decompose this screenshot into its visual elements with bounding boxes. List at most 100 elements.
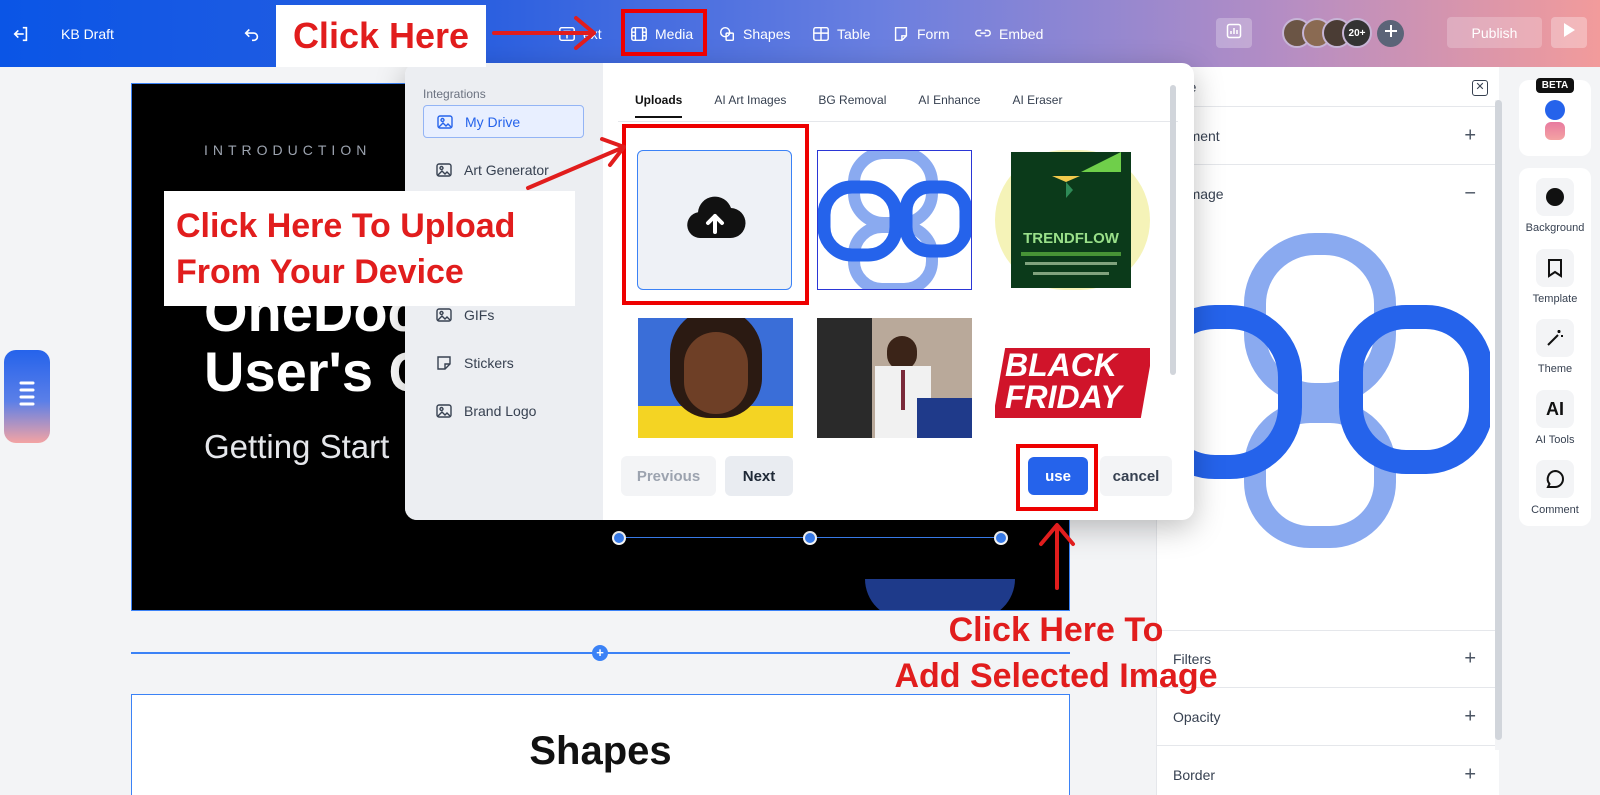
annotation-add-line2: Add Selected Image <box>894 657 1218 695</box>
annotation-add-line1: Click Here To <box>948 611 1164 649</box>
image-icon <box>436 403 452 419</box>
media-thumbnail[interactable]: BLACK FRIDAY <box>995 318 1150 438</box>
shapes-icon <box>718 25 736 43</box>
tool-label: Background <box>1525 222 1585 234</box>
tool-label: Comment <box>1531 504 1579 516</box>
tab-uploads[interactable]: Uploads <box>635 93 683 118</box>
text-icon <box>558 25 576 43</box>
resize-handle[interactable] <box>994 531 1008 545</box>
annotation-upload-highlight <box>622 124 809 305</box>
tab-ai-eraser[interactable]: AI Eraser <box>1012 93 1062 118</box>
tool-label: AI Tools <box>1535 434 1575 446</box>
image-icon <box>436 162 452 178</box>
slide-canvas-2[interactable]: Shapes <box>131 694 1070 795</box>
slide2-title[interactable]: Shapes <box>132 729 1069 774</box>
undo-button[interactable] <box>243 0 268 67</box>
play-icon <box>1562 22 1576 43</box>
previous-button[interactable]: Previous <box>621 456 716 496</box>
integrations-label: Integrations <box>423 87 486 101</box>
magic-wand-icon <box>1536 319 1574 357</box>
expand-icon[interactable]: + <box>1464 705 1476 728</box>
tool-template[interactable]: Template <box>1519 249 1591 305</box>
sidebar-item-stickers[interactable]: Stickers <box>423 346 584 379</box>
sticker-icon <box>436 355 452 371</box>
expand-icon[interactable]: + <box>1464 124 1476 147</box>
annotation-upload-note: Click Here To Upload From Your Device <box>164 191 575 306</box>
comment-icon <box>1536 460 1574 498</box>
popup-scrollbar[interactable] <box>1170 85 1176 375</box>
tool-label: Theme <box>1537 363 1573 375</box>
sidebar-item-label: My Drive <box>465 113 521 130</box>
trendflow-label: TRENDFLOW <box>1023 230 1119 247</box>
media-thumbnail[interactable] <box>638 318 793 438</box>
present-button[interactable] <box>1551 17 1587 48</box>
embed-icon <box>974 25 992 43</box>
menu-shapes-label: Shapes <box>743 25 791 42</box>
expand-icon[interactable]: + <box>1464 648 1476 671</box>
exit-icon <box>12 25 30 43</box>
menu-text-label: ext <box>583 25 602 42</box>
doc-title[interactable]: KB Draft <box>61 0 114 67</box>
media-thumbnail[interactable] <box>817 150 972 290</box>
sidebar-item-label: Brand Logo <box>464 402 537 419</box>
tool-background[interactable]: Background <box>1519 178 1591 234</box>
tool-theme[interactable]: Theme <box>1519 319 1591 375</box>
publish-button[interactable]: Publish <box>1447 17 1542 48</box>
resize-handle[interactable] <box>612 531 626 545</box>
media-tabs: Uploads AI Art Images BG Removal AI Enha… <box>635 93 1094 118</box>
undo-icon <box>243 25 261 43</box>
tool-comment[interactable]: Comment <box>1519 460 1591 516</box>
bookmark-icon <box>1536 249 1574 287</box>
sidebar-item-brand-logo[interactable]: Brand Logo <box>423 394 584 427</box>
next-button[interactable]: Next <box>725 456 793 496</box>
plus-icon <box>1384 24 1398 43</box>
border-label: Border <box>1173 766 1216 783</box>
panel-header: age <box>1157 67 1500 107</box>
exit-button[interactable] <box>12 0 37 67</box>
tab-ai-art-images[interactable]: AI Art Images <box>714 93 786 118</box>
tab-bg-removal[interactable]: BG Removal <box>818 93 886 118</box>
menu-form-label: Form <box>917 25 950 42</box>
crop-image-preview[interactable] <box>1143 232 1493 552</box>
close-panel-button[interactable]: ✕ <box>1472 80 1488 96</box>
add-slide-button[interactable]: + <box>592 645 608 661</box>
sidebar-item-my-drive[interactable]: My Drive <box>423 105 584 138</box>
collapse-icon[interactable]: − <box>1464 183 1476 206</box>
menu-embed[interactable]: Embed <box>974 0 1043 67</box>
alignment-section[interactable]: gnment + <box>1157 107 1500 165</box>
menu-text[interactable]: ext <box>558 0 602 67</box>
sidebar-item-art-generator[interactable]: Art Generator <box>423 153 584 186</box>
black-friday-line2: FRIDAY <box>1005 379 1122 415</box>
cancel-button[interactable]: cancel <box>1100 456 1172 496</box>
menu-shapes[interactable]: Shapes <box>718 0 790 67</box>
annotation-upload-line1: Click Here To Upload <box>176 207 516 245</box>
outline-toggle-button[interactable] <box>4 350 50 443</box>
beta-badge: BETA <box>1536 78 1574 93</box>
menu-form[interactable]: Form <box>892 0 950 67</box>
crop-image-section[interactable]: p Image − <box>1157 165 1500 223</box>
sidebar-item-label: Stickers <box>464 354 514 371</box>
tab-ai-enhance[interactable]: AI Enhance <box>918 93 980 118</box>
menu-table[interactable]: Table <box>812 0 870 67</box>
menu-embed-label: Embed <box>999 25 1044 42</box>
panel-scrollbar[interactable] <box>1495 100 1502 740</box>
annotation-media-highlight <box>621 9 707 56</box>
resize-handle[interactable] <box>803 531 817 545</box>
analytics-button[interactable] <box>1216 18 1252 48</box>
collaborator-count-badge: 20+ <box>1342 18 1372 48</box>
expand-icon[interactable]: + <box>1464 763 1476 786</box>
slide-subtitle[interactable]: Getting Start <box>204 428 389 466</box>
tool-ai-tools[interactable]: AI AI Tools <box>1519 390 1591 446</box>
annotation-use-highlight <box>1016 444 1098 511</box>
sidebar-item-label: Art Generator <box>464 161 549 178</box>
add-collaborator-button[interactable] <box>1377 20 1404 47</box>
analytics-icon <box>1226 23 1242 44</box>
circle-fill-icon <box>1536 178 1574 216</box>
annotation-add-note: Click Here To Add Selected Image <box>866 607 1246 699</box>
border-section[interactable]: Border + <box>1157 746 1500 795</box>
media-thumbnail[interactable] <box>817 318 972 438</box>
collaborator-avatars[interactable]: 20+ <box>1282 18 1372 48</box>
media-thumbnail[interactable]: TRENDFLOW <box>995 150 1150 290</box>
menu-table-label: Table <box>837 25 871 42</box>
sidebar-item-label: GIFs <box>464 306 495 323</box>
